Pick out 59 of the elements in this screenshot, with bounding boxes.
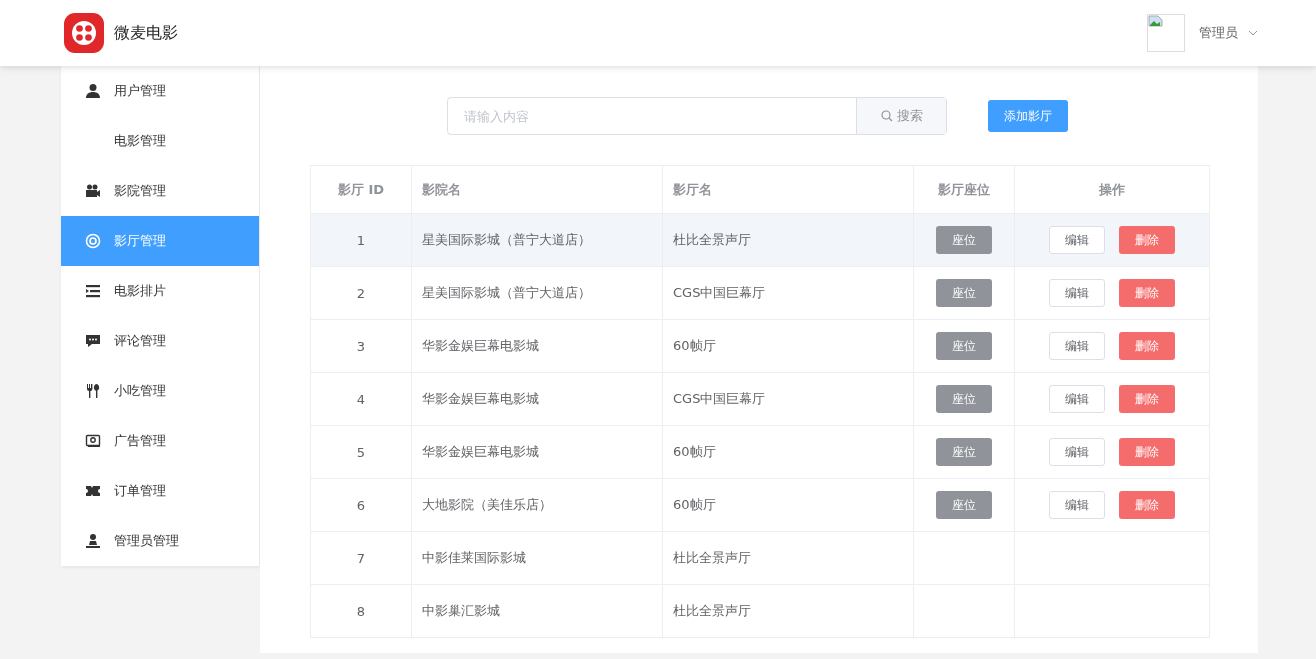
table-cell: 中影巢汇影城 — [411, 584, 663, 638]
table-cell: 60帧厅 — [662, 319, 914, 373]
sidebar-item[interactable]: 广告管理 — [61, 416, 259, 466]
table-cell: CGS中国巨幕厅 — [662, 266, 914, 320]
table-cell: 3 — [310, 319, 412, 373]
table-cell: 大地影院（美佳乐店） — [411, 478, 663, 532]
comment-icon — [85, 333, 101, 349]
table-cell: 中影佳莱国际影城 — [411, 531, 663, 585]
table-cell: 杜比全景声厅 — [662, 213, 914, 267]
admin-icon — [85, 533, 101, 549]
sidebar-item[interactable]: 影院管理 — [61, 166, 259, 216]
avatar[interactable] — [1147, 14, 1185, 52]
sidebar-item[interactable]: 电影管理 — [61, 116, 259, 166]
table-cell: 杜比全景声厅 — [662, 531, 914, 585]
column-header: 操作 — [1014, 165, 1210, 214]
camera-icon — [85, 183, 101, 199]
sidebar-item[interactable]: 管理员管理 — [61, 516, 259, 566]
app-name: 微麦电影 — [114, 22, 178, 44]
table-cell: 1 — [310, 213, 412, 267]
edit-button[interactable]: 编辑 — [1049, 491, 1105, 519]
table-cell: 华影金娱巨幕电影城 — [411, 319, 663, 373]
ticket-icon — [85, 483, 101, 499]
fork-spoon-icon — [85, 383, 101, 399]
table-cell: 60帧厅 — [662, 425, 914, 479]
edit-button[interactable]: 编辑 — [1049, 385, 1105, 413]
search-icon — [880, 110, 893, 122]
table-cell: 星美国际影城（普宁大道店） — [411, 213, 663, 267]
table-cell: 华影金娱巨幕电影城 — [411, 372, 663, 426]
user-icon — [85, 83, 101, 99]
table-cell: 8 — [310, 584, 412, 638]
sidebar-item[interactable]: 小吃管理 — [61, 366, 259, 416]
list-icon — [85, 283, 101, 299]
table-cell: 华影金娱巨幕电影城 — [411, 425, 663, 479]
edit-button[interactable]: 编辑 — [1049, 438, 1105, 466]
picture-frame-icon — [85, 433, 101, 449]
table-cell: 星美国际影城（普宁大道店） — [411, 266, 663, 320]
column-header: 影厅 ID — [310, 165, 412, 214]
table-cell: 60帧厅 — [662, 478, 914, 532]
table-cell: 4 — [310, 372, 412, 426]
column-header: 影院名 — [411, 165, 663, 214]
caret-icon — [1248, 28, 1258, 38]
sidebar-item[interactable]: 评论管理 — [61, 316, 259, 366]
table-cell: 2 — [310, 266, 412, 320]
table-cell: 6 — [310, 478, 412, 532]
sidebar-item[interactable]: 订单管理 — [61, 466, 259, 516]
sidebar-item[interactable]: 电影排片 — [61, 266, 259, 316]
user-name[interactable]: 管理员 — [1199, 24, 1238, 42]
table-cell: CGS中国巨幕厅 — [662, 372, 914, 426]
table-cell: 7 — [310, 531, 412, 585]
edit-button[interactable]: 编辑 — [1049, 279, 1105, 307]
table-cell: 杜比全景声厅 — [662, 584, 914, 638]
column-header: 影厅座位 — [913, 165, 1015, 214]
sidebar-item[interactable]: 用户管理 — [61, 66, 259, 116]
table-cell: 5 — [310, 425, 412, 479]
edit-button[interactable]: 编辑 — [1049, 226, 1105, 254]
edit-button[interactable]: 编辑 — [1049, 332, 1105, 360]
lifebuoy-icon — [85, 233, 101, 249]
logo-icon — [64, 13, 104, 53]
column-header: 影厅名 — [662, 165, 914, 214]
